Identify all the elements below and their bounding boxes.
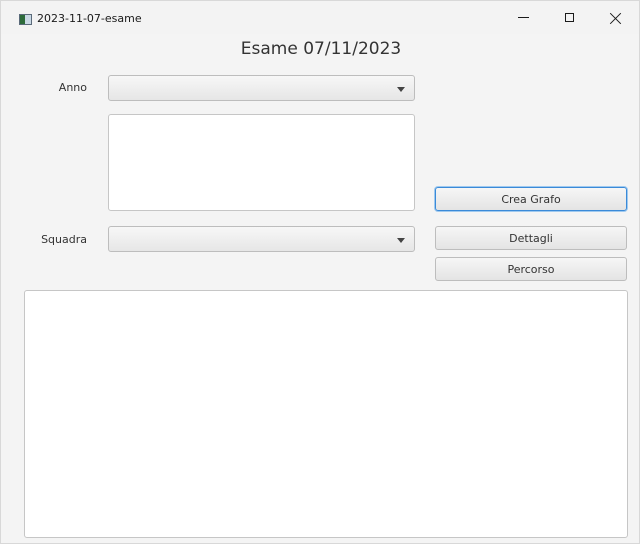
squadra-combobox[interactable]	[108, 226, 415, 252]
close-button[interactable]	[593, 1, 639, 34]
percorso-button[interactable]: Percorso	[435, 257, 627, 281]
maximize-icon	[564, 13, 574, 22]
anno-label: Anno	[58, 81, 87, 94]
window-title: 2023-11-07-esame	[37, 12, 142, 25]
page-title: Esame 07/11/2023	[240, 39, 402, 59]
anno-list-area[interactable]	[108, 114, 415, 211]
squadra-label: Squadra	[41, 233, 87, 246]
anno-combobox[interactable]	[108, 75, 415, 101]
app-window: 2023-11-07-esame Esame 07/11/2023 Anno C…	[0, 0, 640, 544]
app-window-icon	[19, 14, 32, 25]
crea-grafo-button[interactable]: Crea Grafo	[435, 187, 627, 211]
maximize-button[interactable]	[546, 1, 592, 34]
chevron-down-icon	[397, 87, 405, 92]
close-icon	[610, 12, 622, 24]
minimize-button[interactable]	[500, 1, 546, 34]
title-bar[interactable]: 2023-11-07-esame	[1, 1, 639, 34]
minimize-icon	[517, 17, 529, 18]
dettagli-button[interactable]: Dettagli	[435, 226, 627, 250]
output-text-area[interactable]	[24, 290, 628, 538]
chevron-down-icon	[397, 238, 405, 243]
